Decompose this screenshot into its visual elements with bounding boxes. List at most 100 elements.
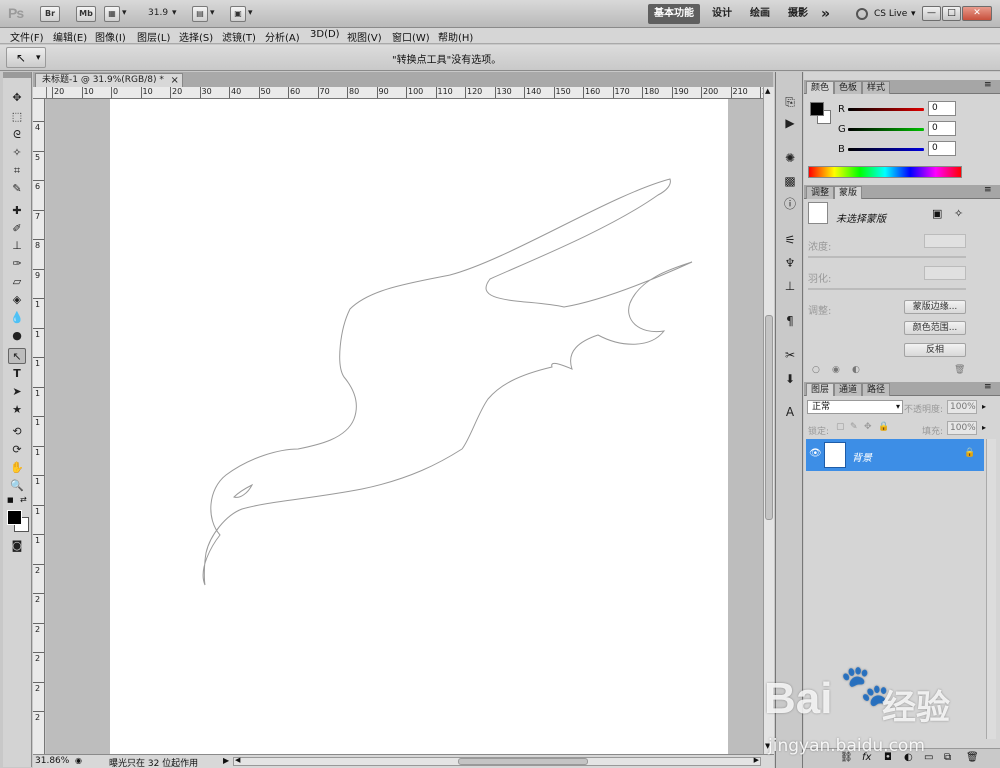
- clone-source-panel-icon[interactable]: ♆: [781, 255, 799, 271]
- menu-filter[interactable]: 滤镜(T): [222, 29, 256, 44]
- close-document-icon[interactable]: ×: [170, 74, 178, 87]
- restore-button[interactable]: □: [942, 6, 961, 21]
- quick-selection-tool-icon[interactable]: ✧: [8, 145, 26, 161]
- load-selection-icon[interactable]: ○: [812, 365, 820, 375]
- chevron-down-icon[interactable]: ▾: [172, 8, 177, 18]
- menu-help[interactable]: 帮助(H): [438, 29, 473, 44]
- clone-stamp-tool-icon[interactable]: ⊥: [8, 238, 26, 254]
- menu-select[interactable]: 选择(S): [179, 29, 213, 44]
- workspace-design[interactable]: 设计: [706, 4, 738, 24]
- blend-mode-select[interactable]: 正常 ▾: [807, 400, 903, 414]
- shape-tool-icon[interactable]: ★: [8, 402, 26, 418]
- menu-window[interactable]: 窗口(W): [392, 29, 430, 44]
- healing-brush-tool-icon[interactable]: ✚: [8, 203, 26, 219]
- green-slider[interactable]: [848, 128, 924, 131]
- tab-masks[interactable]: 蒙版: [834, 186, 863, 199]
- scroll-up-icon[interactable]: ▲: [765, 87, 770, 95]
- chevron-down-icon[interactable]: ▾: [248, 8, 253, 18]
- horizontal-ruler[interactable]: 20 10 0 10 20 30 40 50 60 70 80 90 100 110 120 130 140 15…: [47, 87, 763, 99]
- pixel-mask-icon[interactable]: ▣: [932, 207, 942, 220]
- scroll-right-icon[interactable]: ▶: [754, 756, 759, 764]
- menu-analysis[interactable]: 分析(A): [265, 29, 300, 44]
- chevron-down-icon[interactable]: ▾: [210, 8, 215, 18]
- workspace-essentials[interactable]: 基本功能: [648, 4, 700, 24]
- tab-layers[interactable]: 图层: [806, 383, 835, 396]
- crop-tool-icon[interactable]: ⌗: [8, 163, 26, 179]
- screen-mode-button[interactable]: ▣: [230, 6, 246, 22]
- convert-point-tool-icon[interactable]: ↖: [8, 348, 26, 364]
- zoom-tool-icon[interactable]: 🔍: [8, 478, 26, 494]
- more-workspaces-button[interactable]: »: [815, 4, 836, 24]
- lock-image-icon[interactable]: ✎: [850, 422, 858, 432]
- foreground-color-swatch[interactable]: [810, 102, 824, 116]
- character-panel-icon[interactable]: A: [781, 404, 799, 420]
- panel-menu-icon[interactable]: ≡: [984, 382, 992, 392]
- 3d-orbit-tool-icon[interactable]: ⟳: [8, 442, 26, 458]
- foreground-color-swatch[interactable]: [7, 510, 22, 525]
- fill-arrow-icon[interactable]: ▸: [982, 423, 986, 432]
- minibridge-button[interactable]: Mb: [76, 6, 96, 22]
- zoom-level-dropdown[interactable]: 31.9: [148, 8, 168, 18]
- document-canvas[interactable]: [110, 99, 728, 754]
- swap-colors-icon[interactable]: ⇄: [20, 495, 27, 504]
- lock-transparent-icon[interactable]: ▢: [836, 422, 845, 432]
- menu-view[interactable]: 视图(V): [347, 29, 382, 44]
- density-slider[interactable]: [808, 256, 966, 258]
- opacity-input[interactable]: 100%: [947, 400, 977, 414]
- 3d-panel-icon[interactable]: ✂: [781, 347, 799, 363]
- history-panel-icon[interactable]: ⎘: [781, 94, 799, 110]
- horizontal-scroll-thumb[interactable]: [458, 758, 588, 765]
- brush-tool-icon[interactable]: ✐: [8, 221, 26, 237]
- apply-mask-icon[interactable]: ◉: [832, 365, 840, 375]
- histogram-panel-icon[interactable]: ▩: [781, 173, 799, 189]
- panel-menu-icon[interactable]: ≡: [984, 185, 992, 195]
- minimize-button[interactable]: —: [922, 6, 941, 21]
- lasso-tool-icon[interactable]: ᘓ: [8, 127, 26, 143]
- layer-row-background[interactable]: 👁 背景 🔒: [806, 439, 984, 471]
- quick-mask-icon[interactable]: ◙: [8, 538, 26, 554]
- fill-input[interactable]: 100%: [947, 421, 977, 435]
- info-panel-icon[interactable]: ⓘ: [781, 196, 799, 212]
- toolbox-grip[interactable]: [3, 72, 31, 78]
- paint-bucket-tool-icon[interactable]: ◈: [8, 292, 26, 308]
- blur-tool-icon[interactable]: 💧: [8, 310, 26, 326]
- invert-button[interactable]: 反相: [904, 343, 966, 357]
- tool-preset-picker[interactable]: ↖ ▾: [6, 47, 46, 68]
- color-spectrum-bar[interactable]: [808, 166, 962, 178]
- tab-styles[interactable]: 样式: [862, 81, 891, 94]
- eyedropper-tool-icon[interactable]: ✎: [8, 181, 26, 197]
- blue-slider[interactable]: [848, 148, 924, 151]
- hand-tool-icon[interactable]: ✋: [8, 460, 26, 476]
- tool-presets-panel-icon[interactable]: ⊥: [781, 278, 799, 294]
- feather-input[interactable]: [924, 266, 966, 280]
- brushes-panel-icon[interactable]: ⚟: [781, 232, 799, 248]
- bridge-button[interactable]: Br: [40, 6, 60, 22]
- view-extras-button[interactable]: ▦: [104, 6, 120, 22]
- menu-layer[interactable]: 图层(L): [137, 29, 170, 44]
- workspace-painting[interactable]: 绘画: [744, 4, 776, 24]
- type-tool-icon[interactable]: T: [8, 366, 26, 382]
- vertical-scrollbar[interactable]: ▲ ▼: [763, 87, 774, 754]
- red-value-input[interactable]: 0: [928, 101, 956, 116]
- marquee-tool-icon[interactable]: ⬚: [8, 109, 26, 125]
- chevron-down-icon[interactable]: ▾: [911, 9, 916, 19]
- panel-menu-icon[interactable]: ≡: [984, 80, 992, 90]
- 3d-rotate-tool-icon[interactable]: ⟲: [8, 424, 26, 440]
- horizontal-scrollbar[interactable]: ◀ ▶: [233, 756, 761, 766]
- vertical-ruler[interactable]: 4 5 6 7 8 9 1 1 1 1 1 1 1 1 1 2 2 2 2 2 2: [33, 99, 45, 754]
- lock-all-icon[interactable]: 🔒: [878, 422, 889, 432]
- layer-name[interactable]: 背景: [852, 449, 872, 464]
- blue-value-input[interactable]: 0: [928, 141, 956, 156]
- density-input[interactable]: [924, 234, 966, 248]
- color-range-button[interactable]: 颜色范围...: [904, 321, 966, 335]
- path-selection-tool-icon[interactable]: ➤: [8, 384, 26, 400]
- paragraph-panel-icon[interactable]: ¶: [781, 313, 799, 329]
- styles-panel-icon[interactable]: ⬇: [781, 371, 799, 387]
- arrange-documents-button[interactable]: ▤: [192, 6, 208, 22]
- navigator-panel-icon[interactable]: ✺: [781, 150, 799, 166]
- ruler-origin[interactable]: [33, 87, 47, 99]
- red-slider[interactable]: [848, 108, 924, 111]
- document-tab[interactable]: 未标题-1 @ 31.9%(RGB/8) * ×: [35, 73, 183, 87]
- opacity-arrow-icon[interactable]: ▸: [982, 402, 986, 411]
- move-tool-icon[interactable]: ✥: [8, 90, 26, 106]
